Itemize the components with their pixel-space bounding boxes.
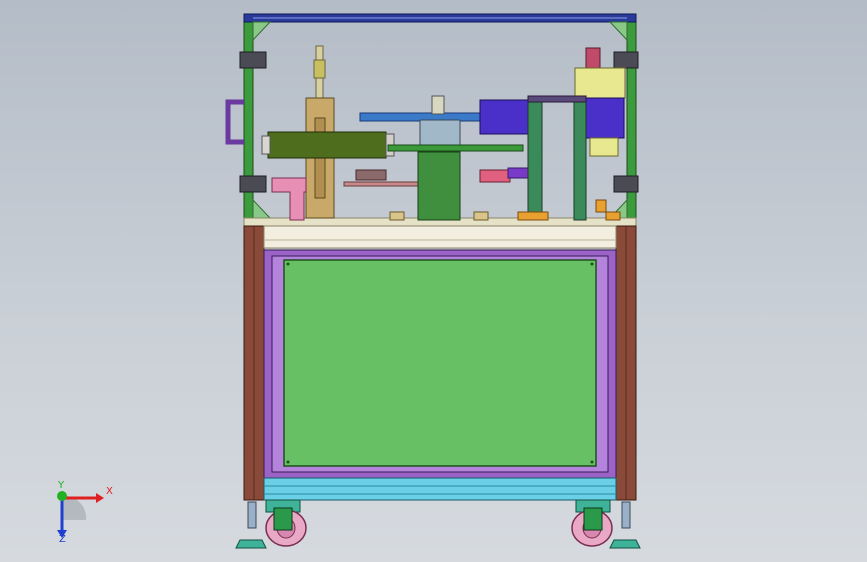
cabinet-panel <box>283 259 597 467</box>
orientation-triad[interactable]: X Y Z <box>40 478 120 548</box>
blue-motor <box>479 99 531 135</box>
hinge-right-bottom <box>613 175 639 193</box>
horizontal-cylinder <box>267 131 387 159</box>
cabinet-bottom-rail <box>263 477 617 501</box>
casters-left <box>235 499 307 549</box>
lower-cabinet <box>243 225 637 501</box>
cad-viewport[interactable]: X Y Z <box>0 0 867 562</box>
hinge-left-top <box>239 51 267 69</box>
column-right <box>573 95 587 221</box>
green-block <box>417 151 461 221</box>
hinge-right-top <box>613 51 639 69</box>
y-axis-dot <box>57 491 67 501</box>
column-left <box>527 95 543 221</box>
cabinet-top-rail <box>263 225 617 249</box>
pink-bracket <box>271 177 307 221</box>
machine-model[interactable] <box>0 0 867 562</box>
right-mechanism <box>479 47 626 221</box>
z-axis-label: Z <box>59 534 66 545</box>
hinge-left-bottom <box>239 175 267 193</box>
servo-mount <box>574 67 626 99</box>
door-handle <box>225 99 244 145</box>
y-axis-label: Y <box>58 480 65 491</box>
x-axis-label: X <box>106 486 113 497</box>
casters-right <box>571 499 641 549</box>
